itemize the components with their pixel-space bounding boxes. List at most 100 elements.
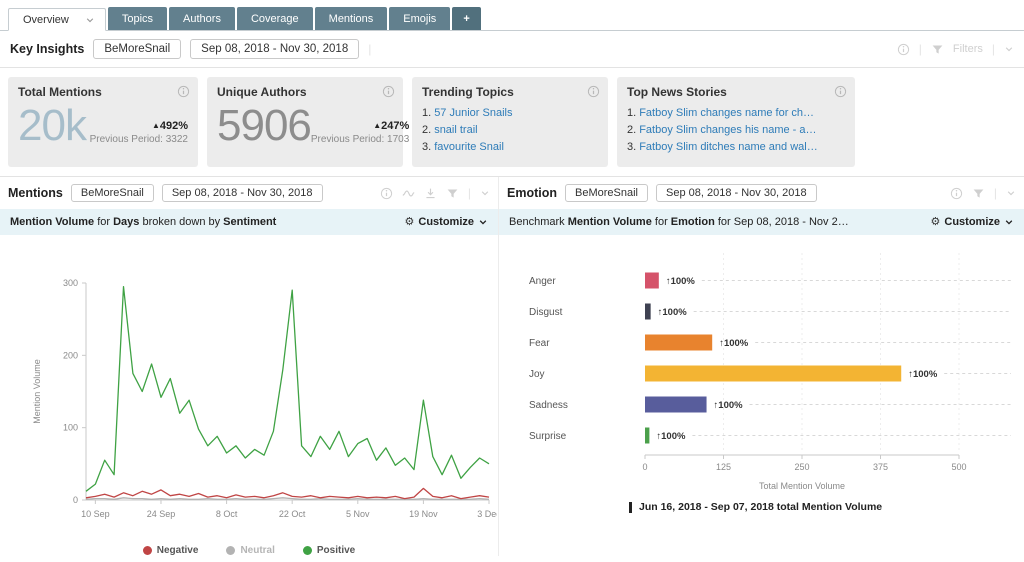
svg-text:0: 0 [73,495,78,505]
query-chip[interactable]: BeMoreSnail [93,39,181,59]
tab-coverage[interactable]: Coverage [237,7,313,30]
svg-text:Anger: Anger [529,276,556,287]
svg-text:3 Dec: 3 Dec [477,509,497,519]
tab-authors-label: Authors [183,13,221,25]
stat-cards-row: Total Mentions 20k ▲492% Previous Period… [0,68,1024,176]
tab-topics[interactable]: Topics [108,7,167,30]
list-item: 3.Fatboy Slim ditches name and wal… [627,139,845,156]
date-range-chip[interactable]: Sep 08, 2018 - Nov 30, 2018 [190,39,359,59]
info-icon[interactable] [380,187,393,200]
svg-text:22 Oct: 22 Oct [279,509,306,519]
filter-funnel-icon[interactable] [931,43,944,56]
chart-panels-row: Mentions BeMoreSnail Sep 08, 2018 - Nov … [0,176,1024,556]
legend-item-neutral[interactable]: Neutral [226,545,274,556]
chart-subtitle: Benchmark Mention Volume for Emotion for… [509,216,849,228]
mentions-subheader: Mention Volume for Days broken down by S… [0,209,498,235]
topic-link[interactable]: snail trail [434,124,477,136]
key-insights-header: Key Insights BeMoreSnail Sep 08, 2018 - … [0,31,1024,68]
info-icon[interactable] [897,43,910,56]
customize-button[interactable]: ⚙ Customize [405,216,489,228]
plus-icon: + [463,13,469,25]
svg-text:↑100%: ↑100% [656,431,686,442]
chevron-down-icon[interactable] [1006,188,1016,198]
svg-text:Sadness: Sadness [529,400,568,411]
previous-period: Previous Period: 3322 [90,134,188,145]
chart-type-icon[interactable] [402,187,415,200]
svg-text:5 Nov: 5 Nov [346,509,370,519]
key-insights-actions: | Filters | [897,42,1014,56]
news-link[interactable]: Fatboy Slim ditches name and wal… [639,141,818,153]
tab-mentions-label: Mentions [329,13,374,25]
legend-item-positive[interactable]: Positive [303,545,355,556]
news-link[interactable]: Fatboy Slim changes name for ch… [639,107,814,119]
chart-subtitle: Mention Volume for Days broken down by S… [10,216,276,228]
divider: | [919,42,922,56]
card-title: Unique Authors [217,85,393,99]
chevron-down-icon [1004,217,1014,227]
svg-text:Mention Volume: Mention Volume [32,359,42,424]
info-icon[interactable] [177,85,190,98]
svg-text:24 Sep: 24 Sep [147,509,176,519]
top-news-list: 1.Fatboy Slim changes name for ch… 2.Fat… [627,105,845,156]
filters-label[interactable]: Filters [953,43,983,55]
news-link[interactable]: Fatboy Slim changes his name - a… [639,124,816,136]
change-percent: ▲492% [90,120,188,132]
unique-authors-value: 5906 [217,103,311,149]
trending-topics-card: Trending Topics 1.57 Junior Snails 2.sna… [412,77,608,167]
panel-title: Mentions [8,186,63,200]
divider: | [368,42,371,56]
info-icon[interactable] [587,85,600,98]
tab-overview[interactable]: Overview [8,8,106,31]
info-icon[interactable] [382,85,395,98]
tab-emojis[interactable]: Emojis [389,7,450,30]
topic-link[interactable]: 57 Junior Snails [434,107,512,119]
svg-text:↑100%: ↑100% [714,400,744,411]
add-tab-button[interactable]: + [452,7,480,30]
divider: | [994,186,997,200]
tab-topics-label: Topics [122,13,153,25]
chevron-down-icon [478,217,488,227]
card-title: Trending Topics [422,85,598,99]
emotion-panel: Emotion BeMoreSnail Sep 08, 2018 - Nov 3… [499,177,1024,556]
svg-text:Surprise: Surprise [529,431,567,442]
svg-text:19 Nov: 19 Nov [409,509,438,519]
date-range-chip[interactable]: Sep 08, 2018 - Nov 30, 2018 [656,184,817,202]
svg-text:Joy: Joy [529,369,545,380]
date-range-chip[interactable]: Sep 08, 2018 - Nov 30, 2018 [162,184,323,202]
filter-funnel-icon[interactable] [972,187,985,200]
svg-text:↑100%: ↑100% [666,276,696,287]
chevron-down-icon[interactable] [1004,44,1014,54]
emotion-bar-chart: Anger↑100%Disgust↑100%Fear↑100%Joy↑100%S… [499,235,1019,497]
previous-period: Previous Period: 1703 [311,134,409,145]
change-percent: ▲247% [311,120,409,132]
card-title: Total Mentions [18,85,188,99]
download-icon[interactable] [424,187,437,200]
tab-authors[interactable]: Authors [169,7,235,30]
svg-text:↑100%: ↑100% [719,338,749,349]
chevron-down-icon[interactable] [480,188,490,198]
chevron-down-icon[interactable] [85,15,95,25]
tab-mentions[interactable]: Mentions [315,7,388,30]
emotion-subheader: Benchmark Mention Volume for Emotion for… [499,209,1024,235]
info-icon[interactable] [950,187,963,200]
svg-text:↑100%: ↑100% [908,369,938,380]
svg-text:Disgust: Disgust [529,307,563,318]
divider: | [992,42,995,56]
total-mentions-value: 20k [18,103,86,149]
tab-coverage-label: Coverage [251,13,299,25]
filter-funnel-icon[interactable] [446,187,459,200]
query-chip[interactable]: BeMoreSnail [565,184,648,202]
svg-text:Total Mention Volume: Total Mention Volume [759,481,845,491]
customize-button[interactable]: ⚙ Customize [931,216,1015,228]
legend-item-negative[interactable]: Negative [143,545,199,556]
info-icon[interactable] [834,85,847,98]
tab-bar: Overview Topics Authors Coverage Mention… [0,0,1024,31]
topic-link[interactable]: favourite Snail [434,141,504,153]
query-chip[interactable]: BeMoreSnail [71,184,154,202]
tab-overview-label: Overview [23,14,69,26]
card-title: Top News Stories [627,85,845,99]
svg-text:375: 375 [873,462,888,472]
svg-text:500: 500 [951,462,966,472]
mentions-panel: Mentions BeMoreSnail Sep 08, 2018 - Nov … [0,177,499,556]
svg-text:8 Oct: 8 Oct [216,509,238,519]
